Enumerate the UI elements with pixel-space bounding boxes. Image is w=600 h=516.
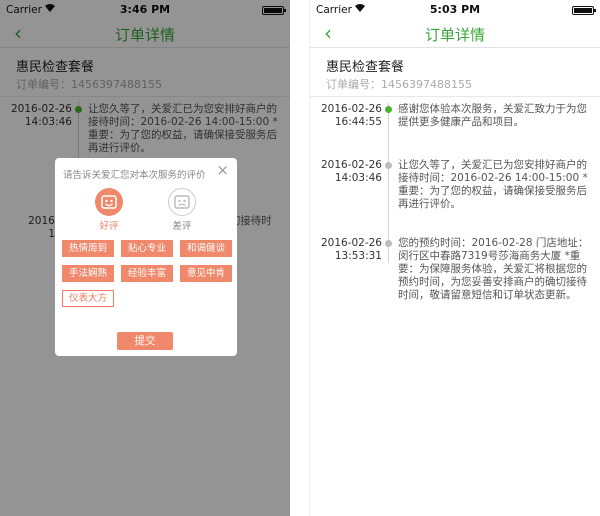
bad-rating-option[interactable]: 差评 — [162, 188, 202, 232]
tag-button[interactable]: 贴心专业 — [121, 240, 173, 257]
timeline-text: 您的预约时间：2016-02-28 门店地址：闵行区中春路7319号莎海商务大厦… — [398, 237, 589, 301]
order-number: 订单编号：1456397488155 — [326, 78, 472, 91]
status-bar: Carrier 5:03 PM — [310, 0, 600, 20]
nav-bar: ‹ 订单详情 — [310, 20, 600, 48]
left-screen: Carrier 3:46 PM ‹ 订单详情 惠民检查套餐 订单编号：14563… — [0, 0, 290, 516]
tag-button[interactable]: 仪表大方 — [62, 290, 114, 307]
timeline-date: 2016-02-26 16:44:55 — [316, 103, 382, 129]
thumbs-up-face-icon — [95, 188, 123, 216]
good-rating-label: 好评 — [99, 221, 119, 232]
tag-button[interactable]: 和谒健谈 — [180, 240, 232, 257]
tag-button[interactable]: 热情周到 — [62, 240, 114, 257]
submit-button[interactable]: 提交 — [117, 332, 173, 350]
timeline-line — [388, 103, 389, 263]
tag-button[interactable]: 手法娴熟 — [62, 265, 114, 282]
timeline-dot-active — [385, 106, 392, 113]
timeline-date-time: 14:03:46 — [334, 172, 382, 184]
timeline-date: 2016-02-26 14:03:46 — [316, 159, 382, 185]
timeline-dot — [385, 162, 392, 169]
timeline-dot — [385, 240, 392, 247]
timeline-date-time: 16:44:55 — [334, 116, 382, 128]
timeline-date-time: 13:53:31 — [334, 250, 382, 262]
good-rating-option[interactable]: 好评 — [89, 188, 129, 232]
package-name: 惠民检查套餐 — [326, 60, 405, 75]
timeline-text: 让您久等了，关爱汇已为您安排好商户的接待时间：2016-02-26 14:00-… — [398, 159, 588, 210]
status-time: 5:03 PM — [429, 3, 481, 16]
page-title: 订单详情 — [424, 26, 485, 44]
timeline-date-day: 2016-02-26 — [320, 237, 382, 249]
screen-gutter — [290, 0, 310, 516]
bad-rating-label: 差评 — [172, 221, 192, 232]
rating-dialog: 请告诉关爱汇您对本次服务的评价 × 好评 差评 热情周到 贴心专业 和谒健谈 手… — [55, 158, 237, 356]
rating-dialog-title: 请告诉关爱汇您对本次服务的评价 — [63, 170, 206, 181]
battery-icon — [572, 6, 596, 15]
sad-face-icon — [168, 188, 196, 216]
timeline-date: 2016-02-26 13:53:31 — [316, 237, 382, 263]
timeline-date-day: 2016-02-26 — [320, 103, 382, 115]
tag-button[interactable]: 经验丰富 — [121, 265, 173, 282]
timeline-text: 感谢您体验本次服务，关爱汇致力于为您提供更多健康产品和项目。 — [398, 103, 587, 128]
timeline-date-day: 2016-02-26 — [320, 159, 382, 171]
tag-button[interactable]: 意见中肯 — [180, 265, 232, 282]
close-icon[interactable]: × — [216, 162, 229, 178]
divider — [310, 96, 600, 97]
right-screen: Carrier 5:03 PM ‹ 订单详情 惠民检查套餐 订单编号：14563… — [310, 0, 600, 516]
